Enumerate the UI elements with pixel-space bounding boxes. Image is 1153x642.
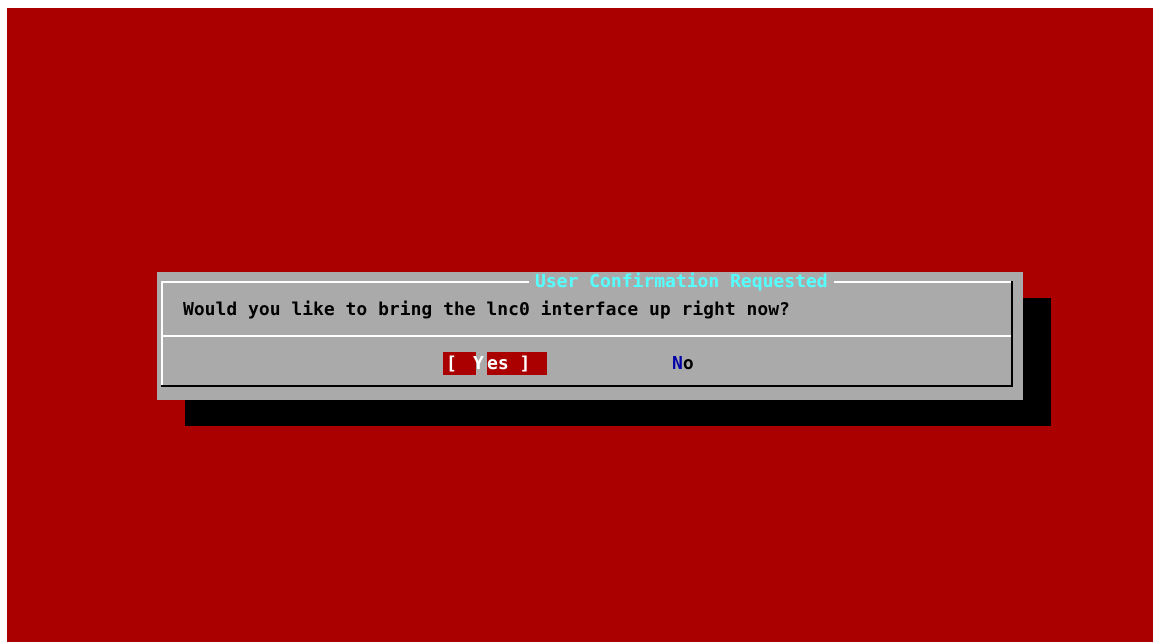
yes-button-open-bracket: [ xyxy=(443,352,476,375)
dialog-message: Would you like to bring the lnc0 interfa… xyxy=(183,299,790,320)
button-area-separator xyxy=(163,335,1011,337)
yes-button-label-rest: es ] xyxy=(487,352,547,375)
dialog-title: User Confirmation Requested xyxy=(529,272,834,292)
yes-button-hotkey: Y xyxy=(473,353,484,374)
dialog-border-bottom xyxy=(161,385,1013,387)
no-button-label-rest: o xyxy=(682,353,694,374)
no-button-hotkey: N xyxy=(672,353,683,374)
console-screen: User Confirmation Requested Would you li… xyxy=(7,8,1153,642)
dialog-border-left xyxy=(161,281,163,387)
no-button[interactable]: No xyxy=(672,352,694,375)
confirmation-dialog: User Confirmation Requested Would you li… xyxy=(157,272,1023,400)
yes-button[interactable]: [ Y es ] xyxy=(443,352,547,375)
dialog-border-right xyxy=(1011,281,1013,387)
